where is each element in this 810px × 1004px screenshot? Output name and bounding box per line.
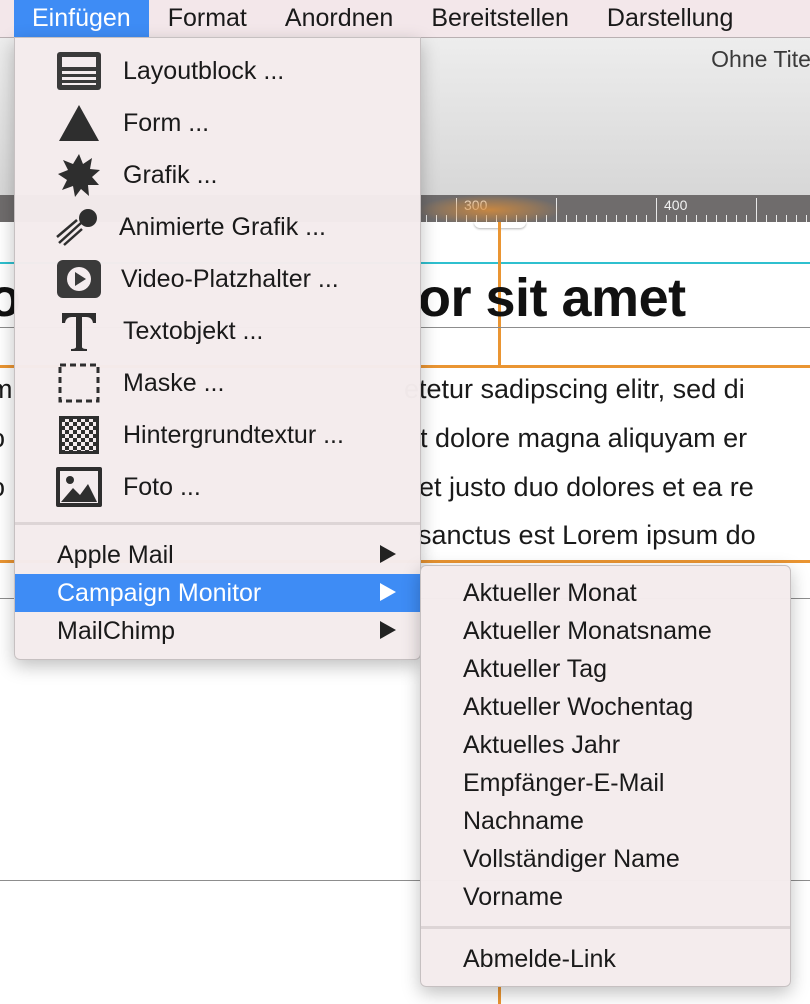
menu-item-textobjekt[interactable]: Textobjekt ... bbox=[15, 305, 420, 357]
ruler-position-marker bbox=[420, 195, 560, 225]
menu-item-label: Hintergrundtextur ... bbox=[123, 420, 344, 449]
body-text-line[interactable]: t dolore magna aliquyam er bbox=[420, 423, 747, 454]
photo-icon bbox=[55, 465, 103, 509]
submenu-label: MailChimp bbox=[57, 616, 176, 645]
ruler-minor-tick bbox=[696, 215, 697, 222]
animated-graphic-icon bbox=[53, 205, 101, 249]
menu-separator bbox=[421, 926, 790, 929]
menu-item-hintergrundtextur[interactable]: Hintergrundtextur ... bbox=[15, 409, 420, 461]
submenu-arrow-icon bbox=[380, 583, 396, 601]
ruler-minor-tick bbox=[746, 215, 747, 222]
body-text-line[interactable]: et justo duo dolores et ea re bbox=[419, 472, 754, 503]
menu-item-grafik[interactable]: Grafik ... bbox=[15, 149, 420, 201]
menu-item-label: Layoutblock ... bbox=[123, 56, 285, 85]
menu-anordnen[interactable]: Anordnen bbox=[266, 0, 412, 37]
ruler-minor-tick bbox=[726, 215, 727, 222]
menu-item-layoutblock[interactable]: Layoutblock ... bbox=[15, 45, 420, 97]
submenu-label: Apple Mail bbox=[57, 540, 174, 569]
shape-triangle-icon bbox=[55, 101, 103, 145]
document-title: Ohne Titel bbox=[711, 46, 810, 72]
insert-menu: Layoutblock ... Form ... Grafik ... Anim… bbox=[14, 37, 421, 660]
menu-einfuegen[interactable]: Einfügen bbox=[14, 0, 149, 37]
submenu-item-vollstaendiger-name[interactable]: Vollständiger Name bbox=[421, 840, 790, 878]
menu-item-label: Textobjekt ... bbox=[123, 316, 264, 345]
ruler-minor-tick bbox=[706, 215, 707, 222]
submenu-item-empfaenger-email[interactable]: Empfänger-E-Mail bbox=[421, 764, 790, 802]
text-t-icon bbox=[55, 309, 103, 353]
menu-format[interactable]: Format bbox=[149, 0, 266, 37]
menu-item-animierte-grafik[interactable]: Animierte Grafik ... bbox=[15, 201, 420, 253]
submenu-arrow-icon bbox=[380, 621, 396, 639]
body-text-line[interactable]: etetur sadipscing elitr, sed di bbox=[404, 374, 745, 405]
menu-bereitstellen[interactable]: Bereitstellen bbox=[412, 0, 588, 37]
menu-item-label: Form ... bbox=[123, 108, 210, 137]
checkerboard-texture-icon bbox=[55, 413, 103, 457]
ruler-minor-tick bbox=[786, 215, 787, 222]
menu-item-label: Animierte Grafik ... bbox=[119, 212, 326, 241]
submenu-apple-mail[interactable]: Apple Mail bbox=[15, 536, 420, 574]
ruler-minor-tick bbox=[606, 215, 607, 222]
ruler-major-tick bbox=[756, 198, 757, 222]
submenu-mailchimp[interactable]: MailChimp bbox=[15, 612, 420, 650]
menu-item-label: Grafik ... bbox=[123, 160, 218, 189]
body-left-fragment: o bbox=[0, 472, 5, 503]
ruler-minor-tick bbox=[626, 215, 627, 222]
ruler-minor-tick bbox=[766, 215, 767, 222]
submenu-item-aktueller-monat[interactable]: Aktueller Monat bbox=[421, 574, 790, 612]
submenu-item-aktueller-tag[interactable]: Aktueller Tag bbox=[421, 650, 790, 688]
submenu-item-nachname[interactable]: Nachname bbox=[421, 802, 790, 840]
video-play-icon bbox=[55, 257, 103, 301]
menu-darstellung[interactable]: Darstellung bbox=[588, 0, 752, 37]
submenu-arrow-icon bbox=[380, 545, 396, 563]
menu-item-form[interactable]: Form ... bbox=[15, 97, 420, 149]
ruler-minor-tick bbox=[576, 215, 577, 222]
menu-item-maske[interactable]: Maske ... bbox=[15, 357, 420, 409]
menu-item-label: Foto ... bbox=[123, 472, 201, 501]
submenu-campaign-monitor[interactable]: Campaign Monitor bbox=[15, 574, 420, 612]
mask-dashed-icon bbox=[55, 361, 103, 405]
ruler-minor-tick bbox=[686, 215, 687, 222]
submenu-label: Campaign Monitor bbox=[57, 578, 262, 607]
ruler-minor-tick bbox=[736, 215, 737, 222]
menu-separator bbox=[15, 522, 420, 525]
ruler-minor-tick bbox=[716, 215, 717, 222]
submenu-item-aktueller-monatsname[interactable]: Aktueller Monatsname bbox=[421, 612, 790, 650]
ruler-minor-tick bbox=[806, 215, 807, 222]
menu-item-label: Maske ... bbox=[123, 368, 225, 397]
menu-item-video-platzhalter[interactable]: Video-Platzhalter ... bbox=[15, 253, 420, 305]
menu-item-foto[interactable]: Foto ... bbox=[15, 461, 420, 513]
ruler-minor-tick bbox=[646, 215, 647, 222]
heading-visible-text: or sit amet bbox=[418, 268, 686, 328]
body-text-line[interactable]: sanctus est Lorem ipsum do bbox=[418, 520, 756, 551]
ruler-minor-tick bbox=[596, 215, 597, 222]
submenu-item-aktuelles-jahr[interactable]: Aktuelles Jahr bbox=[421, 726, 790, 764]
menu-item-label: Video-Platzhalter ... bbox=[121, 264, 339, 293]
ruler-minor-tick bbox=[776, 215, 777, 222]
ruler-minor-tick bbox=[586, 215, 587, 222]
ruler-minor-tick bbox=[636, 215, 637, 222]
ruler-major-tick bbox=[656, 198, 657, 222]
menu-bar: Einfügen Format Anordnen Bereitstellen D… bbox=[0, 0, 810, 38]
submenu-item-vorname[interactable]: Vorname bbox=[421, 878, 790, 916]
submenu-item-abmelde-link[interactable]: Abmelde-Link bbox=[421, 940, 790, 978]
ruler-label-400: 400 bbox=[664, 197, 688, 213]
body-left-fragment: o bbox=[0, 423, 5, 454]
ruler-minor-tick bbox=[666, 215, 667, 222]
ruler-minor-tick bbox=[796, 215, 797, 222]
body-left-fragment: m bbox=[0, 374, 13, 404]
submenu-item-aktueller-wochentag[interactable]: Aktueller Wochentag bbox=[421, 688, 790, 726]
ruler-minor-tick bbox=[566, 215, 567, 222]
starburst-graphic-icon bbox=[55, 153, 103, 197]
campaign-monitor-submenu: Aktueller Monat Aktueller Monatsname Akt… bbox=[420, 565, 791, 987]
ruler-minor-tick bbox=[616, 215, 617, 222]
ruler-minor-tick bbox=[676, 215, 677, 222]
layoutblock-icon bbox=[55, 49, 103, 93]
